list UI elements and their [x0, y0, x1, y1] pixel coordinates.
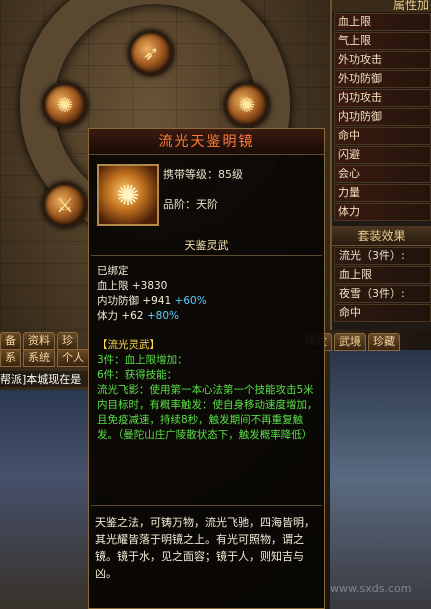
dagger-icon: ⚔ — [56, 193, 74, 217]
stat-row: 内功防御 +941 +60% — [97, 294, 319, 309]
watermark-text: www.sxds.com — [330, 582, 412, 595]
item-icon: ✺ — [97, 164, 159, 226]
chat-message: 帮派]本城现在是 — [0, 371, 96, 387]
set-line: 6件：获得技能： — [97, 369, 178, 381]
set-bonus-panel: 套装效果 流光（3件）: 血上限 夜雪（3件）: 命中 — [330, 226, 431, 330]
attr-row: 内功防御 — [334, 108, 431, 126]
mirror-icon: ✺ — [238, 93, 256, 117]
stat-bonus: +60% — [174, 295, 207, 307]
item-type: 天鉴灵武 — [184, 239, 229, 252]
stat-bonus: +80% — [146, 310, 179, 322]
attr-row: 外功防御 — [334, 70, 431, 88]
set-bonus-title: 套装效果 — [332, 226, 431, 246]
item-lore: 天鉴之法，可铸万物，流光飞驰，四海皆明，其光耀皆落于明镜之上。有光可照物，谓之镜… — [95, 516, 315, 580]
stat-value: +3830 — [131, 280, 168, 292]
attr-row: 体力 — [334, 203, 431, 221]
attr-row: 会心 — [334, 165, 431, 183]
item-tooltip: 流光天鉴明镜 ✺ 携带等级：85级 品阶：天阶 天鉴灵武 已绑定 血上限 +38… — [88, 128, 325, 609]
set-row: 夜雪（3件）: — [334, 285, 431, 303]
set-row: 血上限 — [334, 266, 431, 284]
left-tabs-row-2: 系 系统 个人 — [0, 349, 95, 367]
mirror-icon: ✺ — [116, 178, 140, 212]
set-row: 流光（3件）: — [334, 247, 431, 265]
divider — [91, 255, 322, 256]
attr-row: 气上限 — [334, 32, 431, 50]
set-line: 流光飞影：使用第一本心法第一个技能攻击5米内目标时，有概率触发：使自身移动速度增… — [97, 384, 318, 441]
stat-value: +941 — [142, 295, 172, 307]
attribute-panel-header: 属性加 — [332, 0, 431, 12]
mirror-icon: ✺ — [56, 93, 74, 117]
attr-row: 外功攻击 — [334, 51, 431, 69]
tab-personal[interactable]: 个人 — [57, 349, 89, 367]
item-grade: 品阶：天阶 — [163, 198, 218, 211]
set-name: 【流光灵武】 — [97, 339, 160, 351]
attribute-panel: 属性加 血上限 气上限 外功攻击 外功防御 内功攻击 内功防御 命中 闪避 会心… — [330, 0, 431, 232]
equipped-dagger-slot[interactable]: ⚔ — [42, 182, 88, 228]
tab-profile[interactable]: 资料 — [23, 332, 55, 350]
stat-label: 内功防御 — [97, 295, 139, 307]
tab-wujing[interactable]: 武境 — [334, 333, 366, 351]
attr-row: 闪避 — [334, 146, 431, 164]
tab-zhencang[interactable]: 珍藏 — [368, 333, 400, 351]
bound-status: 已绑定 — [97, 265, 129, 277]
item-stats: 已绑定 血上限 +3830 内功防御 +941 +60% 体力 +62 +80%… — [97, 264, 319, 443]
stat-label: 体力 — [97, 310, 118, 322]
stat-row: 血上限 +3830 — [97, 279, 319, 294]
tab-treasure[interactable]: 珍 — [57, 332, 78, 350]
equipped-spear-slot[interactable]: ➶ — [128, 30, 174, 76]
item-name: 流光天鉴明镜 — [89, 129, 324, 155]
attr-row: 命中 — [334, 127, 431, 145]
ground-left — [0, 390, 96, 609]
equipped-mirror-slot-right[interactable]: ✺ — [224, 82, 270, 128]
attr-row: 内功攻击 — [334, 89, 431, 107]
equipped-mirror-slot-left[interactable]: ✺ — [42, 82, 88, 128]
tab-equip[interactable]: 备 — [0, 332, 21, 350]
stat-label: 血上限 — [97, 280, 129, 292]
tab-system[interactable]: 系统 — [23, 349, 55, 367]
item-carry-level: 携带等级：85级 — [163, 168, 243, 181]
left-tabs-row-1: 备 资料 珍 — [0, 332, 95, 350]
attr-row: 力量 — [334, 184, 431, 202]
attr-row: 血上限 — [334, 13, 431, 31]
spear-icon: ➶ — [142, 41, 160, 65]
tab-sys-short[interactable]: 系 — [0, 349, 21, 367]
stat-value: +62 — [121, 310, 144, 322]
set-row: 命中 — [334, 304, 431, 322]
set-line: 3件：血上限增加： — [97, 354, 188, 366]
divider — [91, 505, 322, 506]
ground-right — [330, 350, 431, 609]
stat-row: 体力 +62 +80% — [97, 309, 319, 324]
